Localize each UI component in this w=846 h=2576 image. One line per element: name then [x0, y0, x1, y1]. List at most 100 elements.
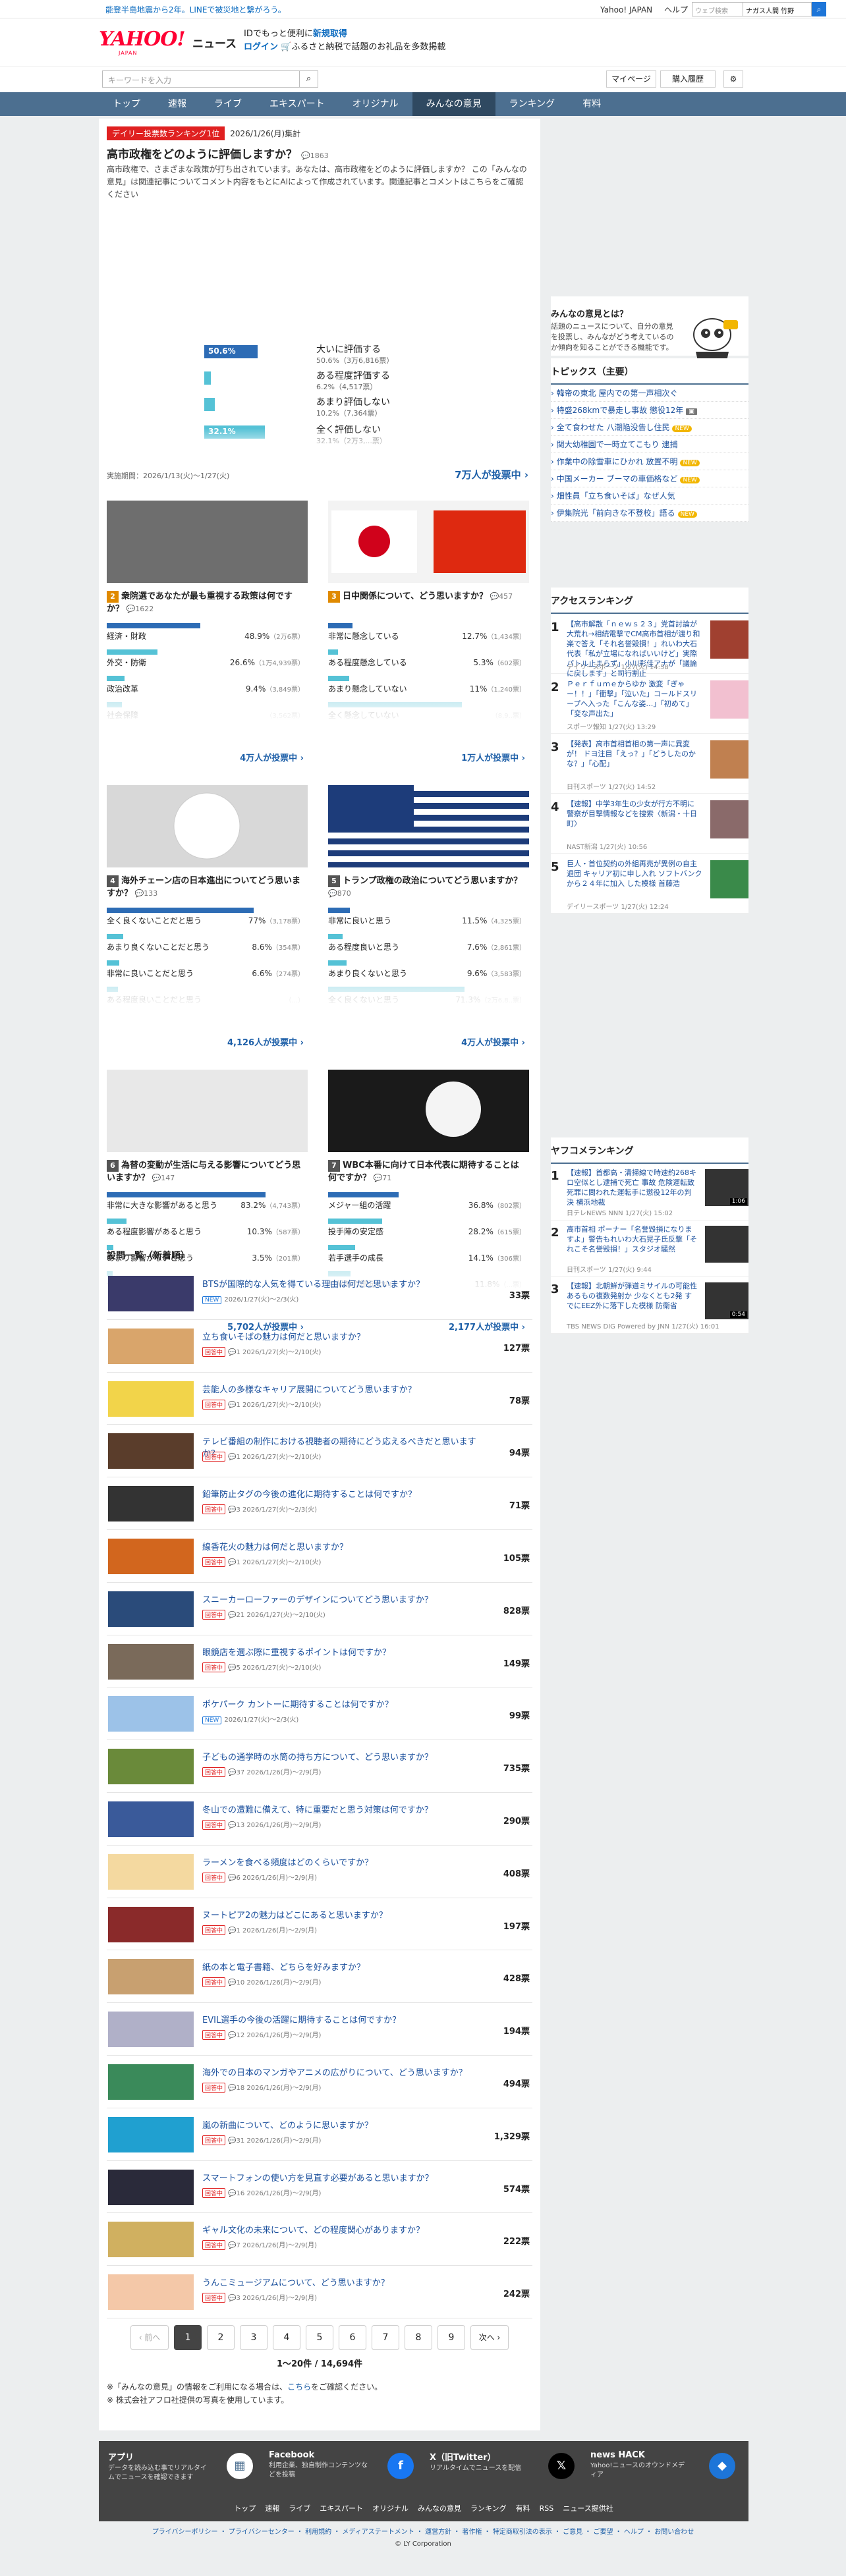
video-thumbnail[interactable] [705, 1226, 748, 1263]
poll-card-question[interactable]: 2 衆院選であなたが最も重視する政策は何ですか？ 💬1622 [107, 590, 304, 615]
nav-tab-7[interactable]: 有料 [569, 92, 615, 116]
question-list-item[interactable]: スニーカーローファーのデザインについてどう思いますか？ 回答中 💬21 2026/1… [107, 1583, 532, 1635]
poll-card-photo[interactable] [107, 1070, 308, 1152]
footer-nav-0[interactable]: トップ [234, 2504, 256, 2513]
nav-tab-4[interactable]: オリジナル [339, 92, 412, 116]
access-ranking-item[interactable]: 1 【高市解散「ｎｅｗｓ２３」党首討論が大荒れ→相続電撃でCM高市首相が渡り和楽で… [551, 614, 748, 678]
poll-card-question[interactable]: 7 WBC本番に向けて日本代表に期待することは何ですか？ 💬71 [328, 1159, 526, 1184]
nav-tab-6[interactable]: ランキング [495, 92, 569, 116]
question-thumbnail[interactable] [108, 1959, 194, 1995]
question-thumbnail[interactable] [108, 1696, 194, 1732]
question-thumbnail[interactable] [108, 2222, 194, 2258]
pagination-page-6[interactable]: 6 [339, 2325, 366, 2350]
poll-card-photo[interactable] [328, 501, 529, 583]
comment-ranking-item[interactable]: 3 【速報】北朝鮮が弾道ミサイルの可能性あるもの複数発射か 少なくとも2発 すでに… [551, 1277, 748, 1334]
topic-item[interactable]: › 畑性員「立ち食いそば」なぜ人気 [551, 487, 748, 505]
poll-card-option[interactable]: メジャー組の活躍 36.8%（802票） [328, 1192, 526, 1219]
question-title-link[interactable]: 眼鏡店を選ぶ際に重視するポイントは何ですか？ [202, 1647, 479, 1659]
poll-card-option[interactable]: 経済・財政 48.9%（2万6票） [107, 623, 304, 649]
question-title-link[interactable]: 紙の本と電子書籍、どちらを好みますか？ [202, 1962, 479, 1974]
question-thumbnail[interactable] [108, 1328, 194, 1364]
question-thumbnail[interactable] [108, 1801, 194, 1837]
poll-card-question[interactable]: 5 トランプ政権の政治についてどう思いますか？ 💬870 [328, 875, 526, 900]
question-title-link[interactable]: ポケパーク カントーに期待することは何ですか？ [202, 1699, 479, 1711]
footer-nav-2[interactable]: ライブ [289, 2504, 310, 2513]
question-list-item[interactable]: 芸能人の多様なキャリア展開についてどう思いますか？ 回答中 💬1 2026/1/27… [107, 1373, 532, 1425]
help-link[interactable]: ヘルプ [664, 5, 688, 14]
poll-card-photo[interactable] [328, 785, 529, 867]
question-thumbnail[interactable] [108, 2064, 194, 2100]
question-title-link[interactable]: 子どもの通学時の水筒の持ち方について、どう思いますか？ [202, 1752, 479, 1764]
question-list-item[interactable]: 冬山での遭難に備えて、特に重要だと思う対策は何ですか？ 回答中 💬13 2026/1… [107, 1793, 532, 1846]
poll-card-option[interactable]: 投手陣の安定感 28.2%（615票） [328, 1219, 526, 1245]
question-thumbnail[interactable] [108, 2169, 194, 2205]
pagination-page-7[interactable]: 7 [372, 2325, 399, 2350]
poll-option[interactable]: ある程度評価する 6.2%（4,517票） [204, 369, 507, 393]
question-list-item[interactable]: BTSが国際的な人気を得ている理由は何だと思いますか？ NEW 2026/1/27(… [107, 1267, 532, 1320]
video-thumbnail[interactable]: 1:06 [705, 1169, 748, 1206]
poll-card-option[interactable]: ある程度良いと思う 7.6%（2,861票） [328, 934, 526, 960]
pagination-page-3[interactable]: 3 [240, 2325, 268, 2350]
comment-ranking-item[interactable]: 1 【速報】首都高・清掃線で時速約268キロ空似とし逮捕で死亡 事故 危険運転致死… [551, 1164, 748, 1220]
ranking-headline[interactable]: 巨人・首位契約の外組再売が異例の自主退団 キャリア初に申し入れ ソフトバンクから… [567, 859, 702, 889]
footer-block[interactable]: news HACK Yahoo!ニュースのオウンドメディア ◆ [590, 2450, 742, 2480]
question-thumbnail[interactable] [108, 1276, 194, 1311]
question-title-link[interactable]: 海外での日本のマンガやアニメの広がりについて、どう思いますか？ [202, 2068, 479, 2079]
login-link[interactable]: ログイン [244, 42, 278, 52]
question-thumbnail[interactable] [108, 2116, 194, 2152]
question-title-link[interactable]: うんこミュージアムについて、どう思いますか？ [202, 2278, 479, 2289]
question-thumbnail[interactable] [108, 2012, 194, 2048]
ranking-thumbnail[interactable] [710, 620, 748, 659]
legal-links[interactable]: プライバシーポリシー ・ プライバシーセンター ・ 利用規約 ・ メディアステー… [0, 2527, 846, 2538]
ranking-headline[interactable]: 【速報】北朝鮮が弾道ミサイルの可能性あるもの複数発射か 少なくとも2発 すでにE… [567, 1281, 698, 1311]
nav-tab-5[interactable]: みんなの意見 [412, 92, 495, 116]
topic-item[interactable]: › 中国メーカー ブーマの車価格など NEW [551, 470, 748, 487]
question-title-link[interactable]: EVIL選手の今後の活躍に期待することは何ですか？ [202, 2015, 479, 2027]
question-thumbnail[interactable] [108, 1486, 194, 1522]
question-title-link[interactable]: ラーメンを食べる頻度はどのくらいですか？ [202, 1857, 479, 1869]
pagination-page-4[interactable]: 4 [273, 2325, 300, 2350]
web-search-button[interactable]: ⌕ [812, 2, 826, 16]
ranking-thumbnail[interactable] [710, 740, 748, 779]
question-title-link[interactable]: 線香花火の魅力は何だと思いますか？ [202, 1542, 479, 1554]
footer-nav-7[interactable]: 有料 [516, 2504, 530, 2513]
question-title-link[interactable]: 芸能人の多様なキャリア展開についてどう思いますか？ [202, 1384, 479, 1396]
topic-item[interactable]: › 伊集院光「前向きな不登校」語る NEW [551, 505, 748, 522]
question-list-item[interactable]: 線香花火の魅力は何だと思いますか？ 回答中 💬1 2026/1/27(火)〜2/10… [107, 1530, 532, 1583]
question-list-item[interactable]: スマートフォンの使い方を見直す必要があると思いますか？ 回答中 💬16 2026/1… [107, 2161, 532, 2214]
question-thumbnail[interactable] [108, 1906, 194, 1942]
pagination-page-9[interactable]: 9 [437, 2325, 465, 2350]
pagination-next[interactable]: 次へ › [470, 2325, 509, 2350]
question-thumbnail[interactable] [108, 1381, 194, 1417]
poll-card-option[interactable]: 全く良くないことだと思う 77%（3,178票） [107, 908, 304, 934]
poll-card-option[interactable]: 非常に懸念している 12.7%（1,434票） [328, 623, 526, 649]
question-list-item[interactable]: 嵐の新曲について、どのように思いますか？ 回答中 💬31 2026/1/26(月)〜… [107, 2108, 532, 2161]
question-list-item[interactable]: ギャル文化の未来について、どの程度関心がありますか？ 回答中 💬7 2026/1/2… [107, 2213, 532, 2266]
ranking-headline[interactable]: 高市首相 ポーナー「名誉毀損になりますよ」警告もれいわ大石晃子氏反撃「それこそ名… [567, 1224, 698, 1254]
news-search-input[interactable]: キーワードを入力 [102, 70, 300, 88]
question-thumbnail[interactable] [108, 1749, 194, 1785]
nav-tab-3[interactable]: エキスパート [256, 92, 339, 116]
poll-card-option[interactable]: ある程度懸念している 5.3%（602票） [328, 649, 526, 676]
question-title-link[interactable]: 鉛筆防止タグの今後の進化に期待することは何ですか？ [202, 1489, 479, 1501]
pagination-page-1[interactable]: 1 [174, 2325, 202, 2350]
poll-card-question[interactable]: 3 日中関係について、どう思いますか？ 💬457 [328, 590, 526, 603]
yahoo-japan-link[interactable]: Yahoo! JAPAN [600, 5, 652, 14]
nav-tab-2[interactable]: ライブ [200, 92, 256, 116]
mypage-button[interactable]: マイページ [606, 70, 656, 88]
footer-nav-3[interactable]: エキスパート [320, 2504, 363, 2513]
question-title-link[interactable]: 立ち食いそばの魅力は何だと思いますか？ [202, 1332, 479, 1344]
featured-question[interactable]: 高市政権をどのように評価しますか？ 💬1863 [107, 145, 329, 161]
access-ranking-item[interactable]: 3 【発表】高市首相首相の第一声に異変が！ ドヨ注目「えっ？」「どうしたのかな？」… [551, 734, 748, 794]
poll-card-option[interactable]: ある程度影響があると思う 10.3%（587票） [107, 1219, 304, 1245]
footer-block[interactable]: アプリ データを読み込む事でリアルタイムでニュースを確認できます ▦ [108, 2450, 260, 2482]
question-title-link[interactable]: BTSが国際的な人気を得ている理由は何だと思いますか？ [202, 1279, 479, 1291]
poll-card-option[interactable]: 非常に大きな影響があると思う 83.2%（4,743票） [107, 1192, 304, 1219]
poll-card-question[interactable]: 4 海外チェーン店の日本進出についてどう思いますか？ 💬133 [107, 875, 304, 900]
question-title-link[interactable]: ヌートピア2の魅力はどこにあると思いますか？ [202, 1910, 479, 1922]
question-title-link[interactable]: ギャル文化の未来について、どの程度関心がありますか？ [202, 2225, 479, 2237]
question-title-link[interactable]: スマートフォンの使い方を見直す必要があると思いますか？ [202, 2173, 479, 2185]
featured-vote-link[interactable]: 7万人が投票中 › [455, 468, 528, 481]
footer-block[interactable]: Facebook 利用企業、独自制作コンテンツなどを投稿 f [269, 2450, 420, 2480]
access-ranking-item[interactable]: 4 【速報】中学3年生の少女が行方不明に 警察が目撃情報などを捜索〈新潟・十日町〉… [551, 794, 748, 854]
